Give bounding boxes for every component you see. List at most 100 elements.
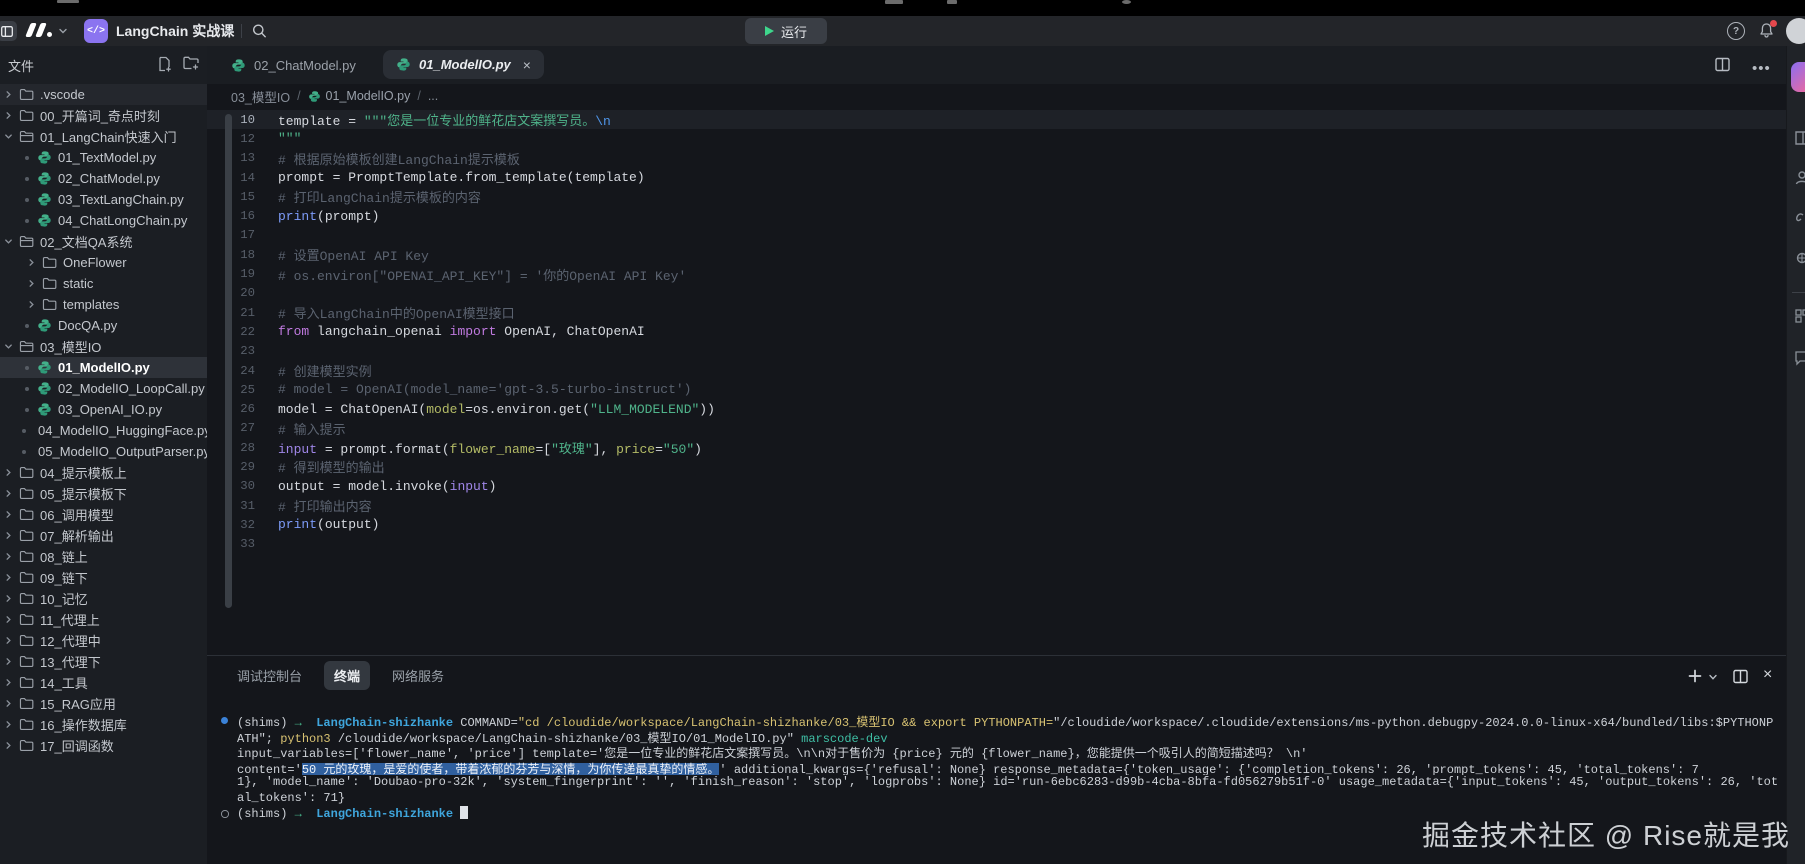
panel-tab[interactable]: 终端 xyxy=(324,661,370,690)
split-panel-icon[interactable] xyxy=(1733,669,1748,684)
tree-item[interactable]: 04_ModelIO_HuggingFace.py xyxy=(0,420,207,441)
tree-item[interactable]: 17_回调函数 xyxy=(0,735,207,756)
new-folder-icon[interactable] xyxy=(183,56,199,70)
tree-item[interactable]: 16_操作数据库 xyxy=(0,714,207,735)
tree-item-label: 10_记忆 xyxy=(40,589,88,608)
help-icon[interactable]: ? xyxy=(1727,22,1745,40)
tree-item[interactable]: templates xyxy=(0,294,207,315)
chevron-right-icon xyxy=(3,720,13,729)
divider xyxy=(241,24,242,38)
tree-item[interactable]: 15_RAG应用 xyxy=(0,693,207,714)
tree-item[interactable]: 06_调用模型 xyxy=(0,504,207,525)
tree-item[interactable]: 07_解析输出 xyxy=(0,525,207,546)
tree-item[interactable]: 11_代理上 xyxy=(0,609,207,630)
tree-item[interactable]: 10_记忆 xyxy=(0,588,207,609)
code-line: 20 xyxy=(207,284,1786,303)
tree-item-label: static xyxy=(63,276,93,291)
more-actions-icon[interactable]: ••• xyxy=(1752,60,1771,77)
tree-item-label: 02_文档QA系统 xyxy=(40,232,132,251)
tree-item[interactable]: 01_ModelIO.py xyxy=(0,357,207,378)
tree-item[interactable]: 04_提示模板上 xyxy=(0,462,207,483)
code-line: 15# 打印LangChain提示模板的内容 xyxy=(207,187,1786,206)
chat-icon[interactable] xyxy=(1794,350,1805,366)
tree-item[interactable]: 04_ChatLongChain.py xyxy=(0,210,207,231)
chevron-down-icon xyxy=(3,342,13,351)
editor-tab[interactable]: 01_ModelIO.py× xyxy=(383,50,544,79)
editor-tab[interactable]: 02_ChatModel.py xyxy=(221,46,366,84)
code-text: model = ChatOpenAI(model=os.environ.get(… xyxy=(278,402,715,417)
tree-item[interactable]: 09_链下 xyxy=(0,567,207,588)
user-icon[interactable] xyxy=(1794,170,1805,186)
tree-item[interactable]: 00_开篇词_奇点时刻 xyxy=(0,105,207,126)
close-panel-icon[interactable]: × xyxy=(1763,666,1772,684)
run-button-label: 运行 xyxy=(781,22,807,41)
chevron-down-icon[interactable] xyxy=(224,26,234,36)
tree-item[interactable]: 05_提示模板下 xyxy=(0,483,207,504)
top-screen-strip xyxy=(0,0,1805,16)
tree-item[interactable]: OneFlower xyxy=(0,252,207,273)
git-status-dot xyxy=(22,429,26,433)
screen-artifact xyxy=(947,0,957,4)
tree-item[interactable]: DocQA.py xyxy=(0,315,207,336)
docs-icon[interactable] xyxy=(1794,130,1805,146)
marscode-logo[interactable] xyxy=(26,23,54,39)
scrollbar-thumb[interactable] xyxy=(225,114,232,608)
terminal-line: al_tokens': 71} xyxy=(207,791,1786,807)
add-terminal-icon[interactable] xyxy=(1688,669,1702,683)
tree-item[interactable]: 02_文档QA系统 xyxy=(0,231,207,252)
tree-item[interactable]: 03_OpenAI_IO.py xyxy=(0,399,207,420)
tree-item-label: 03_OpenAI_IO.py xyxy=(58,402,162,417)
tree-item-label: 11_代理上 xyxy=(40,610,100,629)
tree-item[interactable]: 01_LangChain快速入门 xyxy=(0,126,207,147)
screen-artifact xyxy=(1122,0,1131,4)
close-tab-icon[interactable]: × xyxy=(523,58,531,72)
code-line: 25# model = OpenAI(model_name='gpt-3.5-t… xyxy=(207,380,1786,399)
ai-assistant-icon[interactable] xyxy=(1791,62,1805,92)
tree-item[interactable]: 01_TextModel.py xyxy=(0,147,207,168)
tree-item-label: DocQA.py xyxy=(58,318,117,333)
chevron-right-icon xyxy=(3,636,13,645)
breadcrumb-file[interactable]: 01_ModelIO.py xyxy=(308,89,411,103)
tree-item[interactable]: static xyxy=(0,273,207,294)
folder-icon xyxy=(19,571,34,584)
divider xyxy=(1792,292,1805,293)
run-button[interactable]: 运行 xyxy=(745,18,827,44)
tree-item[interactable]: 08_链上 xyxy=(0,546,207,567)
tree-item[interactable]: 03_模型IO xyxy=(0,336,207,357)
tree-item-label: 01_LangChain快速入门 xyxy=(40,127,177,146)
code-text: input = prompt.format(flower_name=["玫瑰"]… xyxy=(278,438,702,457)
code-line: 27# 输入提示 xyxy=(207,419,1786,438)
breadcrumb-more[interactable]: ... xyxy=(428,89,438,103)
git-status-dot xyxy=(22,219,31,223)
link-icon[interactable] xyxy=(1794,210,1805,226)
terminal-line: 1}, 'model_name': 'Doubao-pro-32k', 'sys… xyxy=(207,775,1786,791)
bell-icon[interactable] xyxy=(1758,22,1776,40)
tree-item[interactable]: 02_ModelIO_LoopCall.py xyxy=(0,378,207,399)
tree-item[interactable]: 12_代理中 xyxy=(0,630,207,651)
code-editor[interactable]: 10template = """您是一位专业的鲜花店文案撰写员。\n12"""1… xyxy=(207,108,1786,655)
breadcrumb-folder[interactable]: 03_模型IO xyxy=(231,87,290,106)
search-icon[interactable] xyxy=(252,24,267,39)
tree-item[interactable]: 13_代理下 xyxy=(0,651,207,672)
new-file-icon[interactable] xyxy=(157,56,172,72)
panel-tab[interactable]: 网络服务 xyxy=(392,666,444,685)
chevron-down-icon[interactable] xyxy=(1708,673,1718,682)
tree-item[interactable]: 14_工具 xyxy=(0,672,207,693)
avatar[interactable] xyxy=(1786,18,1805,44)
tree-item[interactable]: 03_TextLangChain.py xyxy=(0,189,207,210)
git-status-dot xyxy=(22,408,31,412)
bug-icon[interactable] xyxy=(1794,250,1805,266)
tree-item[interactable]: .vscode xyxy=(0,84,207,105)
project-name[interactable]: LangChain 实战课 xyxy=(116,21,234,41)
tree-item[interactable]: 02_ChatModel.py xyxy=(0,168,207,189)
grid-icon[interactable] xyxy=(1794,308,1805,324)
chevron-down-icon[interactable] xyxy=(58,26,68,36)
panel-tab[interactable]: 调试控制台 xyxy=(237,666,302,685)
split-editor-icon[interactable] xyxy=(1715,57,1730,72)
toggle-sidebar-button[interactable] xyxy=(0,21,17,41)
python-file-icon xyxy=(37,381,52,396)
code-text: template = """您是一位专业的鲜花店文案撰写员。\n xyxy=(278,110,611,129)
tree-item[interactable]: 05_ModelIO_OutputParser.py xyxy=(0,441,207,462)
code-line: 31# 打印输出内容 xyxy=(207,496,1786,515)
tree-item-label: 05_ModelIO_OutputParser.py xyxy=(38,444,207,459)
